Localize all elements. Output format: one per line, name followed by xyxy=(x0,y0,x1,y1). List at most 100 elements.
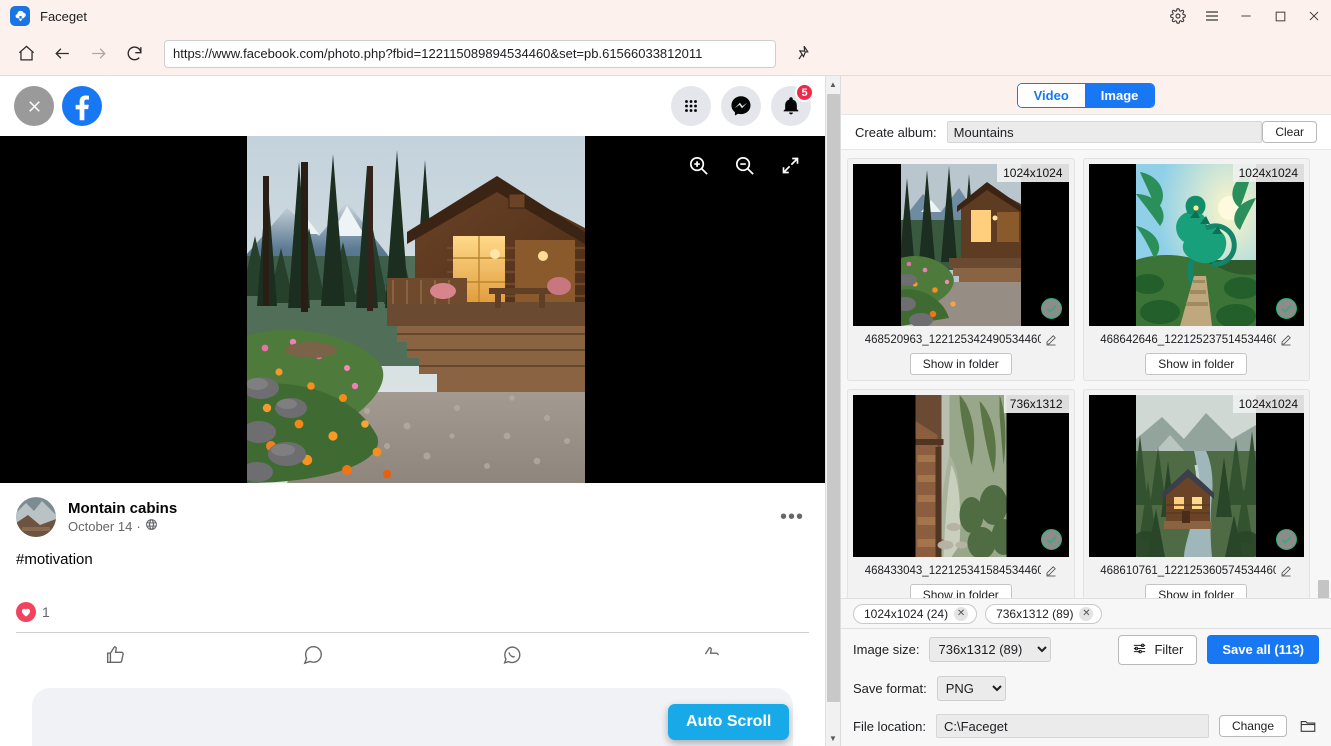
minimize-icon[interactable] xyxy=(1229,0,1263,32)
post-more-icon[interactable]: ••• xyxy=(775,500,809,534)
post-author[interactable]: Montain cabins xyxy=(68,500,177,517)
size-badge: 1024x1024 xyxy=(1232,164,1304,182)
reload-icon[interactable] xyxy=(116,38,152,70)
grid-scrollbar-thumb[interactable] xyxy=(1318,580,1329,598)
window-controls xyxy=(1161,0,1331,32)
expand-icon[interactable] xyxy=(773,148,807,182)
filename: 468610761_122125360574534460_, xyxy=(1100,565,1277,577)
notifications-badge: 5 xyxy=(795,83,814,102)
create-album-label: Create album: xyxy=(855,124,937,140)
save-all-button[interactable]: Save all (113) xyxy=(1207,635,1319,664)
apps-grid-icon[interactable] xyxy=(671,86,711,126)
filter-chip[interactable]: 736x1312 (89) ✕ xyxy=(985,603,1103,624)
show-in-folder-button[interactable]: Show in folder xyxy=(1145,353,1248,375)
app-title: Faceget xyxy=(40,8,87,24)
show-in-folder-button[interactable]: Show in folder xyxy=(909,353,1012,375)
react-button[interactable] xyxy=(611,636,809,674)
show-in-folder-row: Show in folder xyxy=(853,584,1069,598)
show-in-folder-button[interactable]: Show in folder xyxy=(1145,584,1248,598)
app-window: Faceget https://www.facebook.com/photo.p… xyxy=(0,0,1331,746)
viewer-controls xyxy=(681,148,807,182)
like-button[interactable] xyxy=(16,636,214,674)
create-album-input[interactable] xyxy=(946,121,1263,143)
show-in-folder-button[interactable]: Show in folder xyxy=(909,584,1012,598)
thumbnail-card[interactable]: 736x1312 468433043_122125341584534460_' xyxy=(847,389,1075,598)
post-reactions[interactable]: 1 xyxy=(16,602,809,622)
tab-video[interactable]: Video xyxy=(1017,83,1085,107)
pencil-icon[interactable] xyxy=(1280,565,1292,577)
facebook-header: 5 xyxy=(0,76,825,136)
file-location-input[interactable] xyxy=(935,714,1209,738)
scroll-up-icon[interactable]: ▲ xyxy=(826,76,841,92)
url-bar[interactable] xyxy=(164,39,776,68)
share-button[interactable] xyxy=(413,636,611,674)
save-format-label: Save format: xyxy=(853,680,927,696)
thumbnail-image[interactable]: 736x1312 xyxy=(853,395,1069,557)
save-format-row: Save format: PNG JPG WEBP xyxy=(841,670,1331,706)
check-circle-icon[interactable] xyxy=(1276,529,1297,550)
change-location-button[interactable]: Change xyxy=(1218,715,1287,737)
zoom-in-icon[interactable] xyxy=(681,148,715,182)
notifications-icon[interactable]: 5 xyxy=(771,83,814,126)
forward-icon[interactable] xyxy=(80,38,116,70)
filename-row: 468610761_122125360574534460_, xyxy=(1089,565,1305,577)
browser-webview: 5 Montain cabins October 14 · ••• #motiv… xyxy=(0,76,840,746)
image-size-row: Image size: 736x1312 (89) 1024x1024 (24)… xyxy=(841,628,1331,670)
pencil-icon[interactable] xyxy=(1045,565,1057,577)
filename-row: 468433043_122125341584534460_' xyxy=(853,565,1069,577)
check-circle-icon[interactable] xyxy=(1040,529,1062,550)
gear-icon[interactable] xyxy=(1161,0,1195,32)
post-header: Montain cabins October 14 · ••• xyxy=(16,497,809,537)
thumbnail-grid: 1024x1024 468520963_122125342490534460_; xyxy=(841,150,1316,598)
check-circle-icon[interactable] xyxy=(1276,298,1297,319)
tab-image[interactable]: Image xyxy=(1084,83,1155,107)
close-icon[interactable]: ✕ xyxy=(954,606,969,621)
webview-scrollbar[interactable]: ▲ ▼ xyxy=(825,76,840,746)
zoom-out-icon[interactable] xyxy=(727,148,761,182)
check-circle-icon[interactable] xyxy=(1040,298,1062,319)
back-icon[interactable] xyxy=(44,38,80,70)
thumbnail-image[interactable]: 1024x1024 xyxy=(1088,395,1304,557)
home-icon[interactable] xyxy=(8,38,44,70)
pin-icon[interactable] xyxy=(784,38,824,70)
filter-chip[interactable]: 1024x1024 (24) ✕ xyxy=(853,603,978,624)
thumbnail-image[interactable]: 1024x1024 xyxy=(1088,164,1304,326)
facebook-page: 5 Montain cabins October 14 · ••• #motiv… xyxy=(0,76,825,746)
facebook-logo-icon[interactable] xyxy=(62,86,102,126)
url-input[interactable] xyxy=(173,46,767,61)
segmented-control: Video Image xyxy=(1016,82,1156,108)
messenger-icon[interactable] xyxy=(721,86,761,126)
scrollbar-thumb[interactable] xyxy=(827,94,840,702)
hamburger-menu-icon[interactable] xyxy=(1195,0,1229,32)
browser-toolbar xyxy=(0,32,1331,76)
photo-image xyxy=(247,136,585,483)
thumbnail-card[interactable]: 1024x1024 468642646_122125237514534460_, xyxy=(1082,158,1310,381)
filter-button[interactable]: Filter xyxy=(1118,634,1198,665)
folder-icon[interactable] xyxy=(1297,717,1319,735)
auto-scroll-button[interactable]: Auto Scroll xyxy=(668,704,790,740)
pencil-icon[interactable] xyxy=(1045,334,1057,346)
thumbnail-grid-wrap: 1024x1024 468520963_122125342490534460_; xyxy=(841,150,1331,598)
dot-separator: · xyxy=(136,518,141,534)
save-format-select[interactable]: PNG JPG WEBP xyxy=(936,675,1006,701)
downloader-panel: Video Image Create album: Clear xyxy=(840,76,1331,746)
globe-icon xyxy=(145,518,158,534)
size-badge: 736x1312 xyxy=(1003,395,1069,413)
comment-button[interactable] xyxy=(214,636,412,674)
fb-close-icon[interactable] xyxy=(14,86,54,126)
image-size-select[interactable]: 736x1312 (89) 1024x1024 (24) xyxy=(929,637,1052,662)
close-icon[interactable]: ✕ xyxy=(1079,606,1094,621)
file-location-row: File location: Change xyxy=(841,706,1331,746)
grid-scrollbar[interactable] xyxy=(1316,150,1331,598)
maximize-icon[interactable] xyxy=(1263,0,1297,32)
close-icon[interactable] xyxy=(1297,0,1331,32)
thumbnail-card[interactable]: 1024x1024 468520963_122125342490534460_; xyxy=(847,158,1075,381)
pencil-icon[interactable] xyxy=(1280,334,1292,346)
avatar[interactable] xyxy=(16,497,56,537)
thumbnail-card[interactable]: 1024x1024 468610761_122125360574534460_, xyxy=(1082,389,1310,598)
show-in-folder-row: Show in folder xyxy=(1089,584,1305,598)
thumbnail-image[interactable]: 1024x1024 xyxy=(853,164,1069,326)
facebook-header-actions: 5 xyxy=(671,83,814,126)
clear-button[interactable]: Clear xyxy=(1262,121,1317,143)
scroll-down-icon[interactable]: ▼ xyxy=(826,730,841,746)
